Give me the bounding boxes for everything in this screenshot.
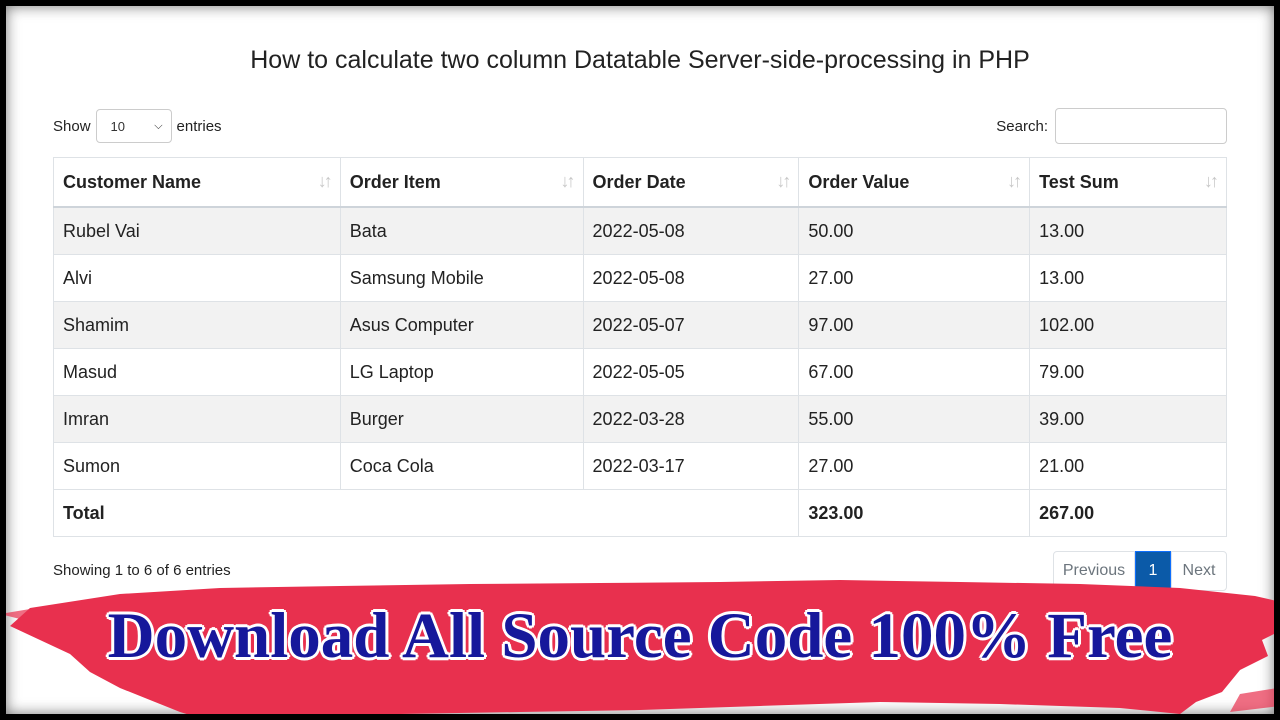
sort-both-icon: ↓↑ [776, 171, 791, 191]
cell-order-item: Burger [339, 395, 584, 443]
cell-customer-name: Imran [53, 395, 341, 443]
table-row: Masud LG Laptop 2022-05-05 67.00 79.00 [53, 348, 1227, 396]
column-header-customer-name[interactable]: Customer Name ↓↑ [53, 157, 341, 208]
column-header-order-item[interactable]: Order Item ↓↑ [339, 157, 584, 208]
table-row: Alvi Samsung Mobile 2022-05-08 27.00 13.… [53, 254, 1227, 302]
footer-test-sum-total: 267.00 [1029, 489, 1227, 537]
search-input[interactable] [1055, 108, 1227, 144]
cell-order-date: 2022-05-08 [582, 206, 800, 255]
table-row: Imran Burger 2022-03-28 55.00 39.00 [53, 395, 1227, 443]
column-header-label: Order Item [349, 171, 441, 192]
cell-order-value: 55.00 [798, 395, 1031, 443]
column-header-label: Order Value [808, 171, 910, 192]
cell-customer-name: Alvi [53, 254, 341, 302]
sort-both-icon: ↓↑ [1204, 171, 1219, 191]
banner-text: Download All Source Code 100% Free [107, 600, 1173, 672]
search-filter: Search: [996, 108, 1227, 144]
table-header-row: Customer Name ↓↑ Order Item ↓↑ Order Date ↓… [53, 157, 1227, 208]
column-header-label: Test Sum [1039, 171, 1119, 192]
cell-order-value: 27.00 [798, 254, 1031, 302]
length-menu: Show 10 ⌵ entries [53, 108, 222, 144]
cell-order-value: 27.00 [798, 442, 1031, 490]
show-label: Show [53, 117, 91, 135]
cell-order-item: Asus Computer [339, 301, 584, 349]
page-title: How to calculate two column Datatable Se… [250, 46, 1030, 74]
cell-test-sum: 79.00 [1029, 348, 1227, 396]
table-row: Sumon Coca Cola 2022-03-17 27.00 21.00 [53, 442, 1227, 490]
sort-both-icon: ↓↑ [560, 171, 576, 191]
page-frame: How to calculate two column Datatable Se… [6, 6, 1274, 714]
data-table: Customer Name ↓↑ Order Item ↓↑ Order Date ↓… [52, 157, 1227, 537]
cell-test-sum: 21.00 [1029, 442, 1227, 490]
cell-test-sum: 39.00 [1029, 395, 1227, 443]
cell-order-value: 67.00 [798, 348, 1031, 396]
chevron-down-icon: ⌵ [154, 119, 163, 132]
cell-test-sum: 13.00 [1029, 206, 1227, 255]
sort-both-icon: ↓↑ [317, 171, 333, 191]
cell-customer-name: Masud [53, 348, 341, 396]
table-row: Shamim Asus Computer 2022-05-07 97.00 10… [53, 301, 1227, 349]
cell-order-value: 97.00 [798, 301, 1031, 349]
search-label: Search: [996, 117, 1048, 135]
sort-both-icon: ↓↑ [1007, 171, 1022, 191]
cell-customer-name: Shamim [53, 301, 341, 349]
cell-test-sum: 13.00 [1029, 254, 1227, 302]
cell-order-item: Samsung Mobile [339, 254, 584, 302]
cell-order-date: 2022-05-05 [582, 348, 800, 396]
column-header-label: Customer Name [63, 171, 202, 192]
column-header-order-value[interactable]: Order Value ↓↑ [798, 157, 1031, 208]
cell-order-item: LG Laptop [339, 348, 584, 396]
column-header-order-date[interactable]: Order Date ↓↑ [582, 157, 800, 208]
cell-customer-name: Sumon [53, 442, 341, 490]
footer-total-label: Total [52, 489, 800, 537]
footer-order-value-total: 323.00 [798, 489, 1031, 537]
cell-order-date: 2022-05-07 [582, 301, 800, 349]
table-row: Rubel Vai Bata 2022-05-08 50.00 13.00 [53, 206, 1227, 255]
cell-order-date: 2022-03-28 [582, 395, 800, 443]
cell-order-date: 2022-03-17 [582, 442, 800, 490]
entries-label: entries [176, 117, 222, 135]
cell-order-item: Bata [339, 206, 584, 255]
entries-select-value: 10 [110, 118, 125, 134]
table-footer-row: Total 323.00 267.00 [52, 489, 1227, 537]
cell-test-sum: 102.00 [1029, 301, 1227, 349]
cell-customer-name: Rubel Vai [53, 206, 341, 255]
cell-order-item: Coca Cola [339, 442, 584, 490]
cell-order-date: 2022-05-08 [582, 254, 800, 302]
column-header-test-sum[interactable]: Test Sum ↓↑ [1029, 157, 1227, 208]
entries-select[interactable]: 10 ⌵ [95, 109, 172, 143]
cell-order-value: 50.00 [798, 206, 1031, 255]
column-header-label: Order Date [592, 171, 686, 192]
